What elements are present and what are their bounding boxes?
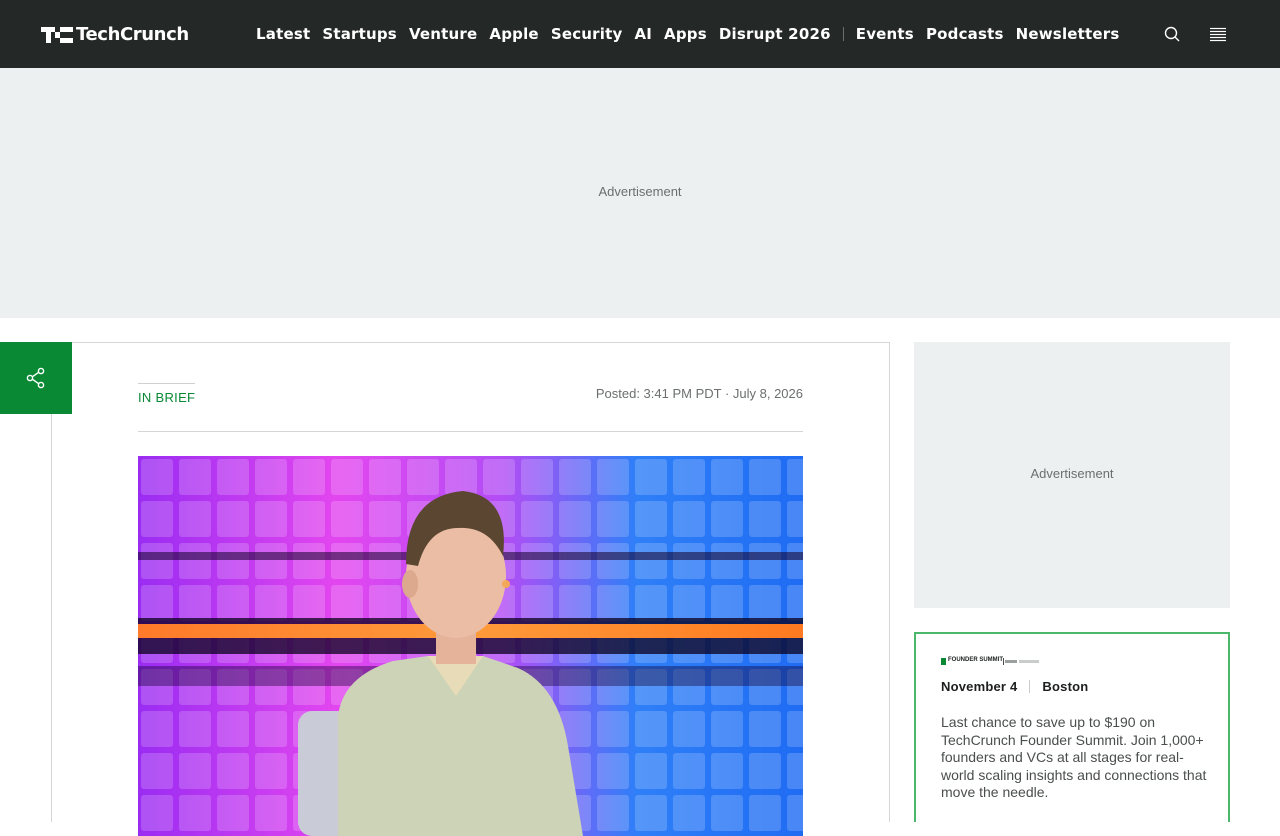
nav-link-disrupt[interactable]: Disrupt 2026	[719, 25, 831, 43]
sidebar-advertisement[interactable]: Advertisement	[914, 342, 1230, 608]
share-button[interactable]	[0, 342, 72, 414]
nav-link-latest[interactable]: Latest	[256, 25, 310, 43]
nav-divider	[842, 27, 844, 41]
nav-link-apple[interactable]: Apple	[489, 25, 538, 43]
event-promo-card[interactable]: FOUNDER SUMMIT November 4 Boston Last ch…	[914, 632, 1230, 822]
article-hero-image	[138, 456, 803, 836]
event-logo: FOUNDER SUMMIT	[941, 657, 1041, 666]
nav-link-venture[interactable]: Venture	[409, 25, 477, 43]
article-kicker[interactable]: IN BRIEF	[138, 383, 196, 405]
event-description: Last chance to save up to $190 on TechCr…	[941, 714, 1207, 800]
logo-mark-icon	[41, 25, 73, 43]
article-card: IN BRIEF Posted: 3:41 PM PDT · July 8, 2…	[51, 342, 890, 836]
event-date: November 4	[941, 679, 1018, 694]
nav-link-apps[interactable]: Apps	[664, 25, 707, 43]
share-icon	[26, 367, 45, 389]
article-divider	[138, 431, 803, 432]
techcrunch-logo[interactable]: TechCrunch	[41, 23, 189, 45]
nav-link-security[interactable]: Security	[551, 25, 623, 43]
nav-link-events[interactable]: Events	[856, 25, 914, 43]
event-meta: November 4 Boston	[941, 679, 1088, 694]
search-icon[interactable]	[1162, 24, 1182, 44]
event-logo-text: FOUNDER SUMMIT	[948, 657, 1003, 663]
event-meta-divider	[1029, 680, 1031, 693]
menu-icon[interactable]	[1208, 24, 1228, 44]
top-nav: TechCrunch Latest Startups Venture Apple…	[0, 0, 1280, 68]
nav-link-podcasts[interactable]: Podcasts	[926, 25, 1004, 43]
top-advertisement[interactable]: Advertisement	[0, 68, 1280, 318]
nav-link-newsletters[interactable]: Newsletters	[1016, 25, 1120, 43]
ad-label: Advertisement	[598, 184, 682, 199]
nav-link-ai[interactable]: AI	[634, 25, 652, 43]
logo-wordmark: TechCrunch	[76, 23, 189, 45]
nav-links: Latest Startups Venture Apple Security A…	[256, 0, 1132, 68]
nav-link-startups[interactable]: Startups	[322, 25, 397, 43]
article-posted-time: Posted: 3:41 PM PDT · July 8, 2026	[595, 386, 803, 401]
ad-label: Advertisement	[1030, 466, 1114, 481]
event-location: Boston	[1042, 679, 1089, 694]
